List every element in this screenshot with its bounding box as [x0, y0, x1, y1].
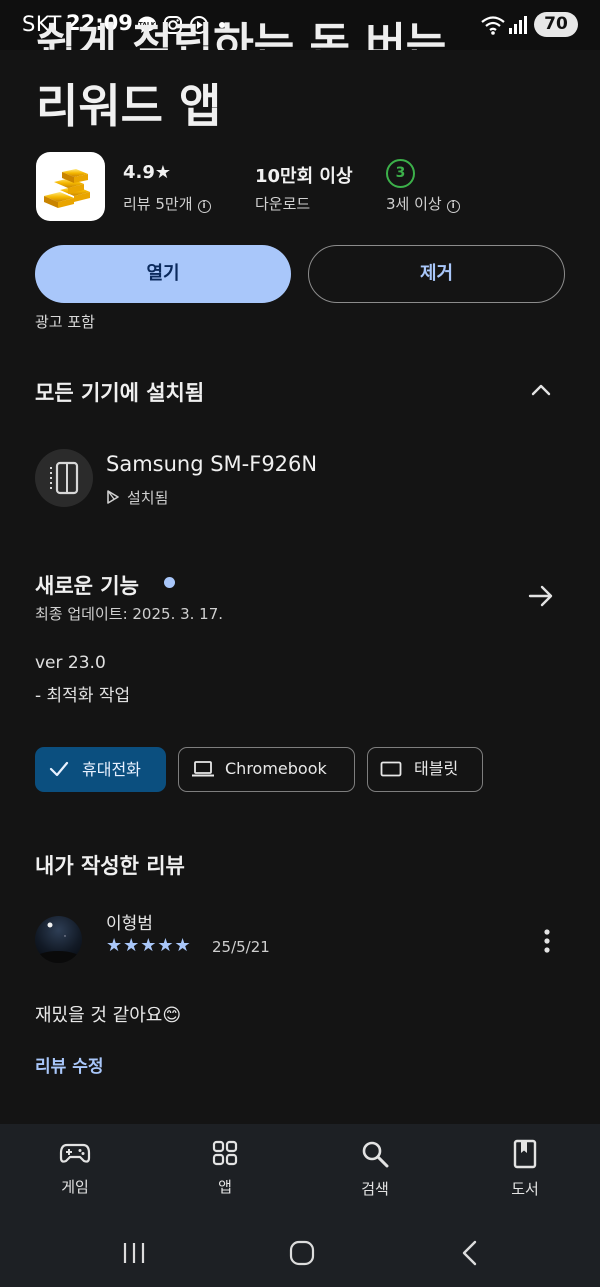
- rating-value: 4.9★: [123, 162, 172, 183]
- back-icon[interactable]: [460, 1240, 480, 1266]
- chip-chromebook-label: Chromebook: [225, 759, 327, 778]
- tablet-icon: [380, 761, 402, 777]
- nav-search[interactable]: 검색: [325, 1124, 425, 1224]
- recent-apps-icon[interactable]: [122, 1241, 146, 1265]
- installed-devices-title: 모든 기기에 설치됨: [35, 381, 205, 405]
- update-note: - 최적화 작업: [35, 686, 131, 706]
- app-icon: [36, 152, 105, 221]
- chevron-up-icon[interactable]: [529, 380, 553, 400]
- chip-tablet[interactable]: 태블릿: [367, 747, 483, 792]
- app-title: 리워드 앱: [36, 79, 222, 133]
- age-rating-label: 3세 이상: [386, 195, 442, 213]
- avatar: [35, 916, 82, 963]
- version-text: ver 23.0: [35, 653, 106, 673]
- age-rating-value: 3: [395, 165, 406, 181]
- foldable-phone-icon: [50, 461, 79, 495]
- downloads-value: 10만회 이상: [255, 166, 353, 187]
- uninstall-button[interactable]: 제거: [308, 245, 565, 303]
- nav-apps-label: 앱: [218, 1178, 232, 1196]
- battery-indicator: 70: [534, 12, 578, 37]
- nav-books[interactable]: 도서: [475, 1124, 575, 1224]
- my-review-title: 내가 작성한 리뷰: [35, 854, 185, 878]
- downloads-label-wrap: 다운로드: [255, 193, 310, 214]
- check-icon: [49, 761, 69, 777]
- search-icon: [362, 1141, 389, 1168]
- edit-review-link[interactable]: 리뷰 수정: [35, 1052, 103, 1077]
- system-navigation-bar: [0, 1224, 600, 1287]
- info-icon: i: [446, 200, 460, 213]
- reviews-count: 리뷰 5만개: [123, 195, 193, 213]
- device-icon-wrap: [35, 449, 93, 507]
- open-button[interactable]: 열기: [35, 245, 291, 303]
- app-title-line-1: 쉽게 적립하는 돈 버는: [36, 19, 447, 50]
- last-updated: 최종 업데이트: 2025. 3. 17.: [35, 605, 224, 623]
- gold-bars-icon: [44, 169, 90, 208]
- arrow-right-icon[interactable]: [527, 583, 555, 609]
- downloads-stat: 10만회 이상: [255, 162, 353, 188]
- apps-grid-icon: [212, 1140, 238, 1166]
- chip-phone[interactable]: 휴대전화: [35, 747, 166, 792]
- device-status-label: 설치됨: [127, 489, 169, 507]
- nav-games[interactable]: 게임: [25, 1124, 125, 1224]
- avatar-moon-image: [35, 922, 82, 963]
- battery-level: 70: [544, 14, 568, 34]
- review-text: 재밌을 것 같아요😊: [35, 1005, 182, 1026]
- home-icon[interactable]: [289, 1240, 315, 1266]
- play-store-icon: [107, 490, 119, 504]
- device-name: Samsung SM-F926N: [106, 452, 318, 476]
- rating-stat: 4.9★: [123, 162, 171, 183]
- info-icon: i: [197, 200, 211, 213]
- gamepad-icon: [59, 1143, 91, 1163]
- age-rating-stat[interactable]: 3세 이상 i: [386, 193, 460, 214]
- reviews-stat[interactable]: 리뷰 5만개 i: [123, 193, 211, 214]
- chip-phone-label: 휴대전화: [82, 760, 141, 779]
- star-rating: ★★★★★: [106, 935, 192, 956]
- contains-ads-label: 광고 포함: [35, 313, 95, 331]
- age-rating-badge: 3: [386, 159, 415, 188]
- signal-icon: [509, 16, 527, 34]
- reviewer-name: 이형범: [106, 914, 153, 934]
- book-icon: [513, 1139, 537, 1169]
- nav-apps[interactable]: 앱: [175, 1124, 275, 1224]
- device-install-status: 설치됨: [106, 487, 168, 508]
- whats-new-title: 새로운 기능: [35, 574, 139, 598]
- new-indicator-dot: [164, 577, 175, 588]
- wifi-icon: [481, 16, 505, 35]
- chip-chromebook[interactable]: Chromebook: [178, 747, 355, 792]
- review-date: 25/5/21: [212, 938, 270, 956]
- chip-tablet-label: 태블릿: [414, 759, 459, 778]
- nav-games-label: 게임: [61, 1178, 89, 1196]
- nav-books-label: 도서: [511, 1180, 539, 1198]
- nav-search-label: 검색: [361, 1180, 389, 1198]
- laptop-icon: [192, 761, 214, 777]
- downloads-label: 다운로드: [255, 195, 311, 213]
- more-options-icon[interactable]: [537, 928, 557, 956]
